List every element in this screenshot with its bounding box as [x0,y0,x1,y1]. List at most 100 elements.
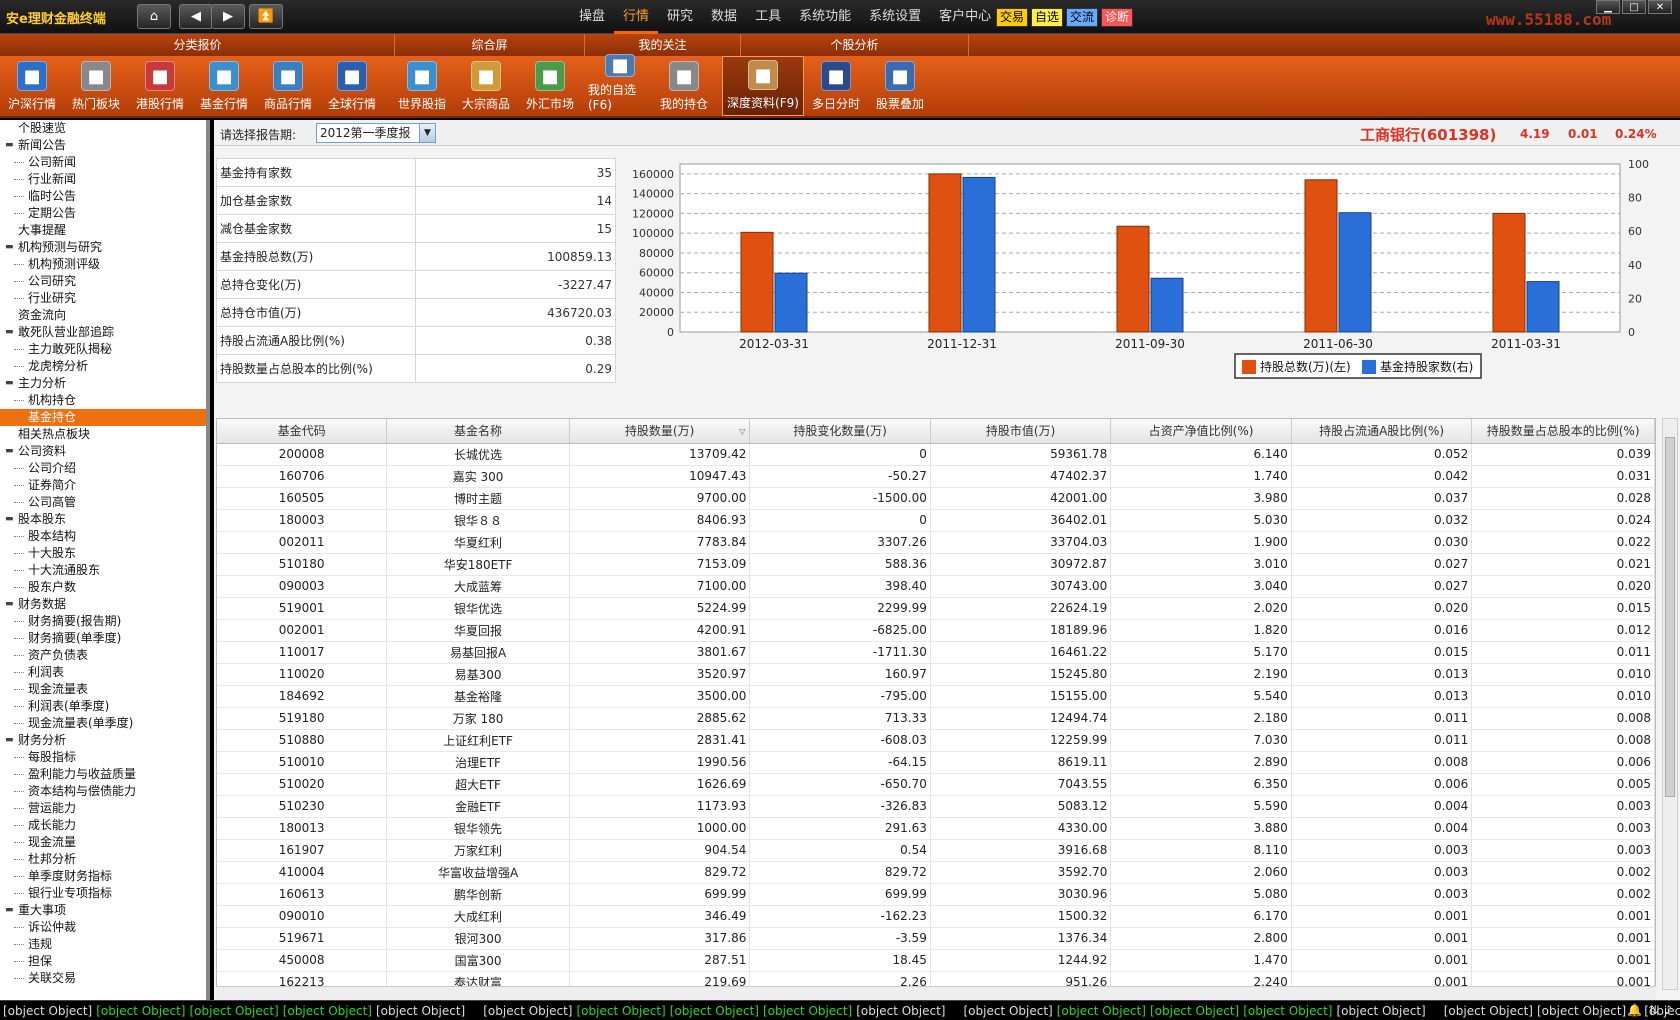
table-row[interactable]: 002001 华夏回报 4200.91 -6825.00 18189.96 1.820 0.… [217,619,1655,642]
sidebar-item-13[interactable]: 主力敢死队揭秘 [0,341,206,358]
close-button[interactable]: ✕ [1648,0,1672,14]
sidebar-item-35[interactable]: 现金流量表(单季度) [0,715,206,732]
sidebar-item-41[interactable]: 成长能力 [0,817,206,834]
table-row[interactable]: 180013 银华领先 1000.00 291.63 4330.00 3.880 0.004… [217,817,1655,840]
sidebar-item-44[interactable]: 单季度财务指标 [0,868,206,885]
sidebar-item-30[interactable]: 财务摘要(单季度) [0,630,206,647]
tool-overlay[interactable]: ■ 股票叠加 [868,56,932,116]
tool-hk[interactable]: ■ 港股行情 [128,56,192,116]
home-button[interactable]: ⌂ [137,4,171,29]
horizontal-scrollbar[interactable] [216,986,1656,1000]
collapse-icon[interactable]: ▬ [5,902,14,919]
collapse-icon[interactable]: ▬ [5,375,14,392]
column-header[interactable]: 持股市值(万) [930,419,1112,444]
quick-button-0[interactable]: 交易 [996,8,1029,27]
collapse-icon[interactable]: ▬ [5,324,14,341]
sidebar-item-5[interactable]: 定期公告 [0,205,206,222]
column-header[interactable]: 持股占流通A股比例(%) [1291,419,1473,444]
tool-watchlist[interactable]: ■ 我的自选(F6) [588,54,652,116]
back-button[interactable]: ◀ [179,4,213,29]
menu-6[interactable]: 系统设置 [860,0,930,34]
sidebar-item-10[interactable]: 行业研究 [0,290,206,307]
column-header[interactable]: 持股变化数量(万) [749,419,931,444]
table-row[interactable]: 519671 银河300 317.86 -3.59 1376.34 2.800 0.001 0… [217,927,1655,950]
table-row[interactable]: 090003 大成蓝筹 7100.00 398.40 30743.00 3.040 0.02… [217,575,1655,598]
scroll-thumb[interactable] [1665,437,1675,797]
up-button[interactable]: ⏫ [249,4,283,29]
table-row[interactable]: 090010 大成红利 346.49 -162.23 1500.32 6.170 0.001… [217,905,1655,928]
table-row[interactable]: 450008 国富300 287.51 18.45 1244.92 1.470 0.001 0… [217,949,1655,972]
forward-button[interactable]: ▶ [211,4,245,29]
tool-chart[interactable]: ■ 沪深行情 [0,56,64,116]
collapse-icon[interactable]: ▬ [5,596,14,613]
sidebar-item-42[interactable]: 现金流量 [0,834,206,851]
sidebar-item-22[interactable]: 公司高管 [0,494,206,511]
sidebar-item-48[interactable]: 违规 [0,936,206,953]
sidebar-item-23[interactable]: ▬ 股本股东 [0,511,206,528]
sidebar-item-19[interactable]: ▬ 公司资料 [0,443,206,460]
period-select[interactable]: 2012第一季度报 ▼ [316,123,436,143]
sidebar-item-20[interactable]: 公司介绍 [0,460,206,477]
table-row[interactable]: 180003 银华８８ 8406.93 0 36402.01 5.030 0.032 0.02… [217,509,1655,532]
sidebar-item-14[interactable]: 龙虎榜分析 [0,358,206,375]
sidebar-item-17[interactable]: 基金持仓 [0,409,206,426]
sidebar-item-27[interactable]: 股东户数 [0,579,206,596]
column-header[interactable]: 持股数量(万) ▽ [569,419,751,444]
sidebar-item-43[interactable]: 杜邦分析 [0,851,206,868]
menu-0[interactable]: 操盘 [570,0,614,34]
table-row[interactable]: 110020 易基300 3520.97 160.97 15245.80 2.190 0.0… [217,663,1655,686]
table-row[interactable]: 510020 超大ETF 1626.69 -650.70 7043.55 6.350 0.0… [217,773,1655,796]
minimize-button[interactable]: ▁ [1596,0,1620,14]
tool-calendar[interactable]: ■ 多日分时 [804,56,868,116]
table-row[interactable]: 184692 基金裕隆 3500.00 -795.00 15155.00 5.540 0.0… [217,685,1655,708]
table-row[interactable]: 510230 金融ETF 1173.93 -326.83 5083.12 5.590 0.0… [217,795,1655,818]
sidebar-item-4[interactable]: 临时公告 [0,188,206,205]
sidebar-item-50[interactable]: 关联交易 [0,970,206,987]
tool-deep-data[interactable]: ■ 深度资料(F9) [722,56,804,116]
column-header[interactable]: 基金代码 [217,419,388,444]
table-row[interactable]: 519001 银华优选 5224.99 2299.99 22624.19 2.020 0.0… [217,597,1655,620]
sidebar-item-38[interactable]: 盈利能力与收益质量 [0,766,206,783]
menu-2[interactable]: 研究 [658,0,702,34]
tool-globe[interactable]: ■ 全球行情 [320,56,384,116]
sidebar-item-37[interactable]: 每股指标 [0,749,206,766]
sidebar-item-2[interactable]: 公司新闻 [0,154,206,171]
table-row[interactable]: 002011 华夏红利 7783.84 3307.26 33704.03 1.900 0.0… [217,531,1655,554]
table-row[interactable]: 161907 万家红利 904.54 0.54 3916.68 8.110 0.003 0.0… [217,839,1655,862]
tool-commodity[interactable]: ■ 大宗商品 [454,56,518,116]
collapse-icon[interactable]: ▬ [5,511,14,528]
sidebar-item-33[interactable]: 现金流量表 [0,681,206,698]
sidebar-item-11[interactable]: 资金流向 [0,307,206,324]
quick-button-3[interactable]: 诊断 [1101,8,1134,27]
menu-7[interactable]: 客户中心 [930,0,1000,34]
vertical-scrollbar[interactable] [1662,418,1678,990]
table-row[interactable]: 510180 华安180ETF 7153.09 588.36 30972.87 3.010… [217,553,1655,576]
sidebar-item-3[interactable]: 行业新闻 [0,171,206,188]
maximize-button[interactable]: □ [1622,0,1646,14]
menu-3[interactable]: 数据 [702,0,746,34]
menu-5[interactable]: 系统功能 [790,0,860,34]
sidebar-item-34[interactable]: 利润表(单季度) [0,698,206,715]
sidebar-item-21[interactable]: 证券简介 [0,477,206,494]
table-row[interactable]: 519180 万家 180 2885.62 713.33 12494.74 2.180 0.… [217,707,1655,730]
sidebar-item-9[interactable]: 公司研究 [0,273,206,290]
tool-boards[interactable]: ■ 热门板块 [64,56,128,116]
menu-1[interactable]: 行情 [614,0,659,34]
table-row[interactable]: 410004 华富收益增强A 829.72 829.72 3592.70 2.060 0.0… [217,861,1655,884]
sidebar-item-1[interactable]: ▬ 新闻公告 [0,137,206,154]
sidebar-item-15[interactable]: ▬ 主力分析 [0,375,206,392]
sidebar-item-36[interactable]: ▬ 财务分析 [0,732,206,749]
quick-button-2[interactable]: 交流 [1066,8,1099,27]
column-header[interactable]: 基金名称 [386,419,570,444]
tool-fund[interactable]: ■ 基金行情 [192,56,256,116]
sidebar-item-45[interactable]: 银行业专项指标 [0,885,206,902]
sidebar-item-29[interactable]: 财务摘要(报告期) [0,613,206,630]
sidebar-item-46[interactable]: ▬ 重大事项 [0,902,206,919]
bell-icon[interactable]: 🔔 [1627,1003,1642,1017]
sidebar-item-6[interactable]: 大事提醒 [0,222,206,239]
table-row[interactable]: 510880 上证红利ETF 2831.41 -608.03 12259.99 7.030… [217,729,1655,752]
sidebar-item-32[interactable]: 利润表 [0,664,206,681]
quick-button-1[interactable]: 自选 [1031,8,1064,27]
sidebar-item-12[interactable]: ▬ 敢死队营业部追踪 [0,324,206,341]
sidebar-item-24[interactable]: 股本结构 [0,528,206,545]
